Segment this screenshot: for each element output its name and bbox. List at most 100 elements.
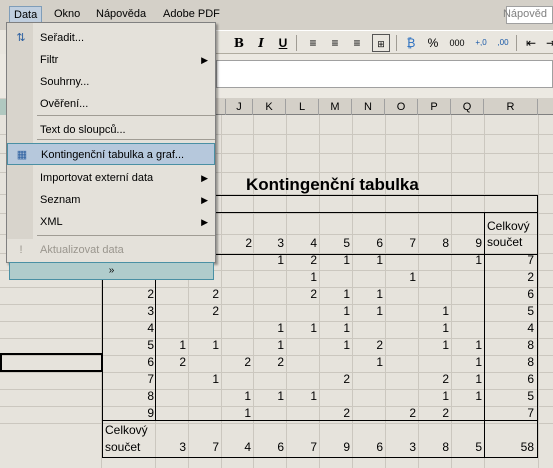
formatting-toolbar: B I U ≡ ≡ ≡ ⊞ ₿ % 000 +,0 ,00 ⇤ ⇥ — [216, 30, 553, 54]
align-left-icon[interactable]: ≡ — [304, 34, 322, 52]
pivot-col-header: 9 — [475, 236, 482, 250]
menu-item-text-do-sloupcu[interactable]: Text do sloupců... — [7, 119, 215, 141]
menu-item-seznam[interactable]: Seznam ▶ — [7, 189, 215, 211]
percent-button[interactable]: % — [424, 34, 442, 52]
pivot-title: Kontingenční tabulka — [246, 175, 419, 194]
pivot-col-header: 3 — [277, 236, 284, 250]
pivot-col-header: 8 — [442, 236, 449, 250]
pivot-row-total: 8 — [527, 355, 534, 369]
currency-icon[interactable]: ₿ — [402, 34, 420, 52]
pivot-cell: 1 — [277, 338, 284, 352]
menu-napoveda[interactable]: Nápověda — [96, 8, 146, 20]
bold-button[interactable]: B — [230, 34, 248, 52]
column-header-n[interactable]: N — [352, 99, 385, 115]
pivot-border — [484, 212, 485, 458]
menu-item-souhrny[interactable]: Souhrny... — [7, 71, 215, 93]
pivot-cell: 1 — [475, 389, 482, 403]
column-header-p[interactable]: P — [418, 99, 451, 115]
menu-item-aktualizovat-data[interactable]: ! Aktualizovat data — [7, 239, 215, 261]
grid-line — [0, 406, 553, 407]
pivot-row-label: 7 — [147, 372, 154, 386]
chevron-right-icon: ▶ — [201, 173, 208, 183]
underline-button[interactable]: U — [274, 34, 292, 52]
thousands-button[interactable]: 000 — [446, 34, 468, 52]
pivot-cell: 1 — [244, 406, 251, 420]
pivot-row-total: 8 — [527, 338, 534, 352]
menu-item-xml[interactable]: XML ▶ — [7, 211, 215, 233]
menu-item-importovat-data[interactable]: Importovat externí data ▶ — [7, 167, 215, 189]
column-header-k[interactable]: K — [253, 99, 286, 115]
pivot-cell: 1 — [475, 338, 482, 352]
pivot-cell: 2 — [310, 253, 317, 267]
pivot-row-label: 4 — [147, 321, 154, 335]
grid-line — [0, 287, 553, 288]
merge-center-icon[interactable]: ⊞ — [372, 34, 390, 52]
pivot-table-icon: ▦ — [16, 149, 28, 161]
pivot-cell: 1 — [277, 321, 284, 335]
toolbar-separator — [516, 35, 517, 51]
column-header-m[interactable]: M — [319, 99, 352, 115]
pivot-grand-total: 58 — [520, 440, 534, 454]
pivot-cell: 2 — [442, 406, 449, 420]
italic-button[interactable]: I — [252, 34, 270, 52]
pivot-border — [102, 457, 538, 458]
menu-okno[interactable]: Okno — [54, 8, 80, 20]
column-header-l[interactable]: L — [286, 99, 319, 115]
toolbar-separator — [396, 35, 397, 51]
pivot-cell: 2 — [212, 287, 219, 301]
pivot-cell: 1 — [212, 338, 219, 352]
decrease-indent-icon[interactable]: ⇤ — [522, 34, 540, 52]
column-header-i[interactable] — [216, 99, 226, 115]
pivot-grand-cell: 3 — [409, 440, 416, 454]
pivot-cell: 2 — [179, 355, 186, 369]
toolbar-separator — [296, 35, 297, 51]
menu-item-seradit[interactable]: ⇅ Seřadit... — [7, 27, 215, 49]
menu-item-label: Seznam — [40, 194, 81, 206]
pivot-row-total: 6 — [527, 372, 534, 386]
pivot-cell: 1 — [442, 338, 449, 352]
pivot-cell: 1 — [442, 389, 449, 403]
pivot-grand-cell: 5 — [475, 440, 482, 454]
pivot-row-label: 5 — [147, 338, 154, 352]
column-header-r[interactable]: R — [484, 99, 538, 115]
pivot-row-label: 3 — [147, 304, 154, 318]
formula-input[interactable] — [216, 60, 553, 88]
pivot-cell: 1 — [442, 321, 449, 335]
pivot-cell: 1 — [343, 338, 350, 352]
align-center-icon[interactable]: ≡ — [326, 34, 344, 52]
pivot-total-header: součet — [487, 235, 523, 249]
pivot-cell: 2 — [409, 406, 416, 420]
align-right-icon[interactable]: ≡ — [348, 34, 366, 52]
selected-cell[interactable] — [0, 353, 103, 372]
decrease-decimal-icon[interactable]: ,00 — [494, 34, 512, 52]
grid-line — [538, 115, 539, 468]
column-header-j[interactable]: J — [226, 99, 253, 115]
menu-item-overeni[interactable]: Ověření... — [7, 93, 215, 115]
increase-decimal-icon[interactable]: +,0 — [472, 34, 490, 52]
increase-indent-icon[interactable]: ⇥ — [542, 34, 553, 52]
column-header-o[interactable]: O — [385, 99, 418, 115]
pivot-cell: 1 — [343, 304, 350, 318]
pivot-cell: 1 — [277, 253, 284, 267]
pivot-grand-cell: 6 — [277, 440, 284, 454]
menu-item-label: Text do sloupců... — [40, 124, 126, 136]
grid-line — [0, 304, 553, 305]
pivot-col-header: 5 — [343, 236, 350, 250]
pivot-border — [537, 195, 538, 458]
chevron-right-icon: ▶ — [201, 217, 208, 227]
menu-item-filtr[interactable]: Filtr ▶ — [7, 49, 215, 71]
pivot-grand-label: Celkový — [105, 423, 148, 437]
menu-item-label: Importovat externí data — [40, 172, 154, 184]
menu-item-label: XML — [40, 216, 63, 228]
pivot-grand-cell: 7 — [212, 440, 219, 454]
pivot-cell: 2 — [244, 355, 251, 369]
pivot-cell: 1 — [179, 338, 186, 352]
pivot-cell: 2 — [277, 355, 284, 369]
menu-adobe-pdf[interactable]: Adobe PDF — [163, 8, 220, 20]
sort-az-icon: ⇅ — [16, 32, 26, 44]
pivot-grand-label: součet — [105, 440, 141, 454]
chevron-right-icon: ▶ — [201, 55, 208, 65]
menu-item-kontingencni-tabulka[interactable]: ▦ Kontingenční tabulka a graf... — [7, 143, 215, 165]
column-header-q[interactable]: Q — [451, 99, 484, 115]
menu-expand-chevron-icon[interactable]: » — [9, 262, 214, 280]
